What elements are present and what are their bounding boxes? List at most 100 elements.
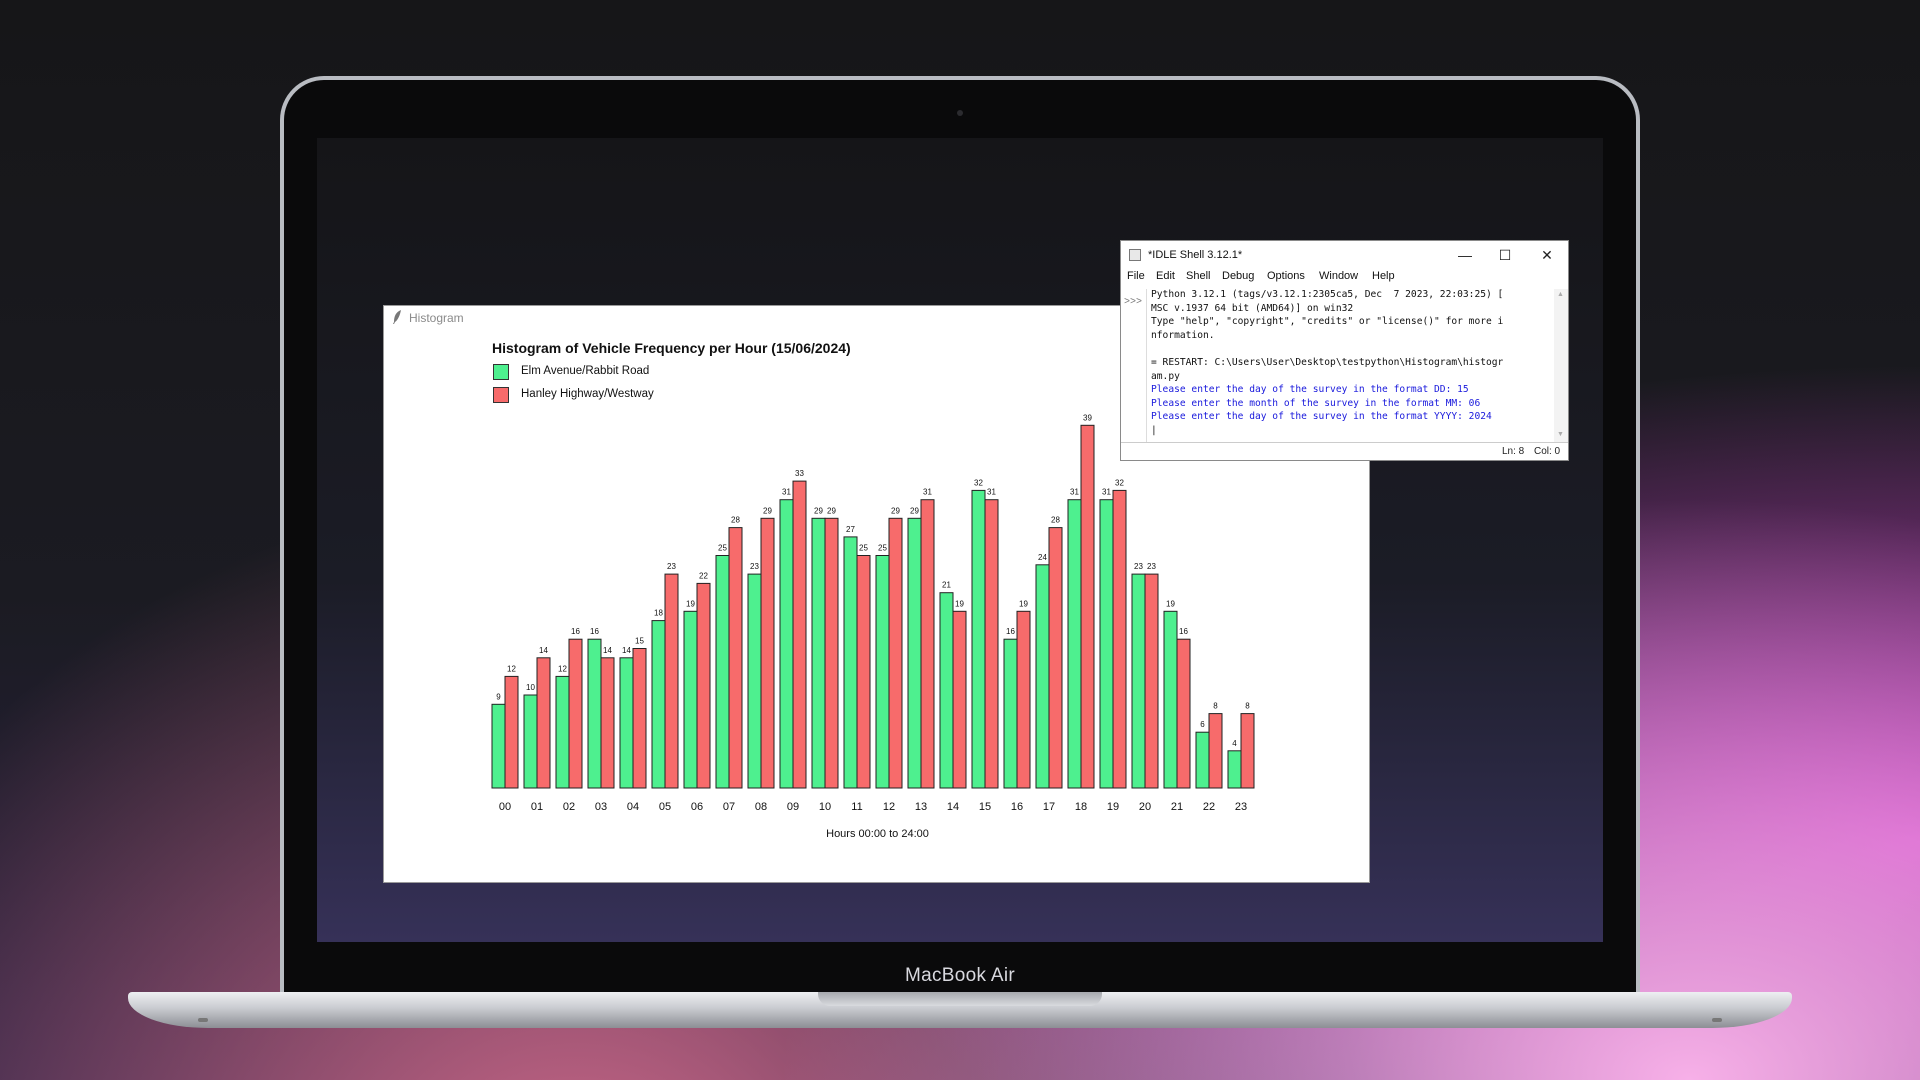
bar-elm: [747, 573, 762, 789]
bar-hanley: [1016, 610, 1031, 789]
bar-elm: [1067, 499, 1082, 789]
idle-app-icon: [1129, 249, 1141, 261]
bar-elm: [555, 675, 570, 789]
bar-value-label: 16: [1006, 627, 1015, 636]
x-tick-label: 18: [1075, 801, 1087, 813]
bar-value-label: 23: [1134, 562, 1143, 571]
idle-window-title: *IDLE Shell 3.12.1*: [1148, 249, 1243, 261]
laptop-notch: [818, 992, 1102, 1006]
bar-value-label: 12: [558, 664, 567, 673]
x-tick-label: 19: [1107, 801, 1119, 813]
bar-value-label: 28: [1051, 516, 1060, 525]
bar-value-label: 6: [1200, 720, 1205, 729]
bar-elm: [619, 657, 634, 789]
bar-value-label: 39: [1083, 413, 1092, 422]
menu-edit[interactable]: Edit: [1156, 270, 1175, 282]
bar-hanley: [536, 657, 551, 789]
scroll-up-icon[interactable]: ▲: [1557, 291, 1564, 298]
status-col: Col: 0: [1534, 446, 1561, 457]
x-tick-label: 20: [1139, 801, 1151, 813]
shell-line: = RESTART: C:\Users\User\Desktop\testpyt…: [1151, 356, 1504, 368]
shell-line: nformation.: [1151, 329, 1215, 341]
bar-value-label: 31: [1070, 488, 1079, 497]
bar-hanley: [856, 555, 871, 789]
bar-elm: [491, 703, 506, 789]
bar-elm: [1195, 731, 1210, 789]
bar-value-label: 18: [654, 609, 663, 618]
bar-value-label: 22: [699, 571, 708, 580]
minimize-icon[interactable]: —: [1445, 241, 1485, 269]
bar-hanley: [760, 517, 775, 789]
bar-hanley: [792, 480, 807, 789]
bar-value-label: 15: [635, 637, 644, 646]
shell-output[interactable]: Python 3.12.1 (tags/v3.12.1:2305ca5, Dec…: [1151, 288, 1555, 438]
bar-value-label: 31: [782, 488, 791, 497]
bar-value-label: 14: [622, 646, 631, 655]
bar-value-label: 16: [1179, 627, 1188, 636]
idle-titlebar[interactable]: *IDLE Shell 3.12.1* — ☐ ✕: [1121, 241, 1568, 269]
bar-value-label: 23: [667, 562, 676, 571]
bar-elm: [1227, 750, 1242, 789]
shell-line: Please enter the day of the survey in th…: [1151, 384, 1469, 396]
bar-value-label: 32: [1115, 478, 1124, 487]
bar-hanley: [984, 499, 999, 789]
bar-value-label: 25: [878, 544, 887, 553]
bar-value-label: 10: [526, 683, 535, 692]
bar-value-label: 24: [1038, 553, 1047, 562]
bar-hanley: [600, 657, 615, 789]
laptop-foot: [198, 1018, 208, 1022]
bar-value-label: 27: [846, 525, 855, 534]
bar-elm: [843, 536, 858, 789]
bar-hanley: [920, 499, 935, 789]
shell-line: |: [1151, 424, 1157, 436]
x-tick-label: 22: [1203, 801, 1215, 813]
x-tick-label: 11: [851, 801, 862, 813]
bar-elm: [875, 555, 890, 789]
bar-elm: [939, 592, 954, 789]
status-line: Ln: 8: [1502, 446, 1525, 457]
bar-elm: [523, 694, 538, 789]
menu-debug[interactable]: Debug: [1222, 270, 1254, 282]
x-tick-label: 08: [755, 801, 767, 813]
maximize-icon[interactable]: ☐: [1485, 241, 1525, 269]
bar-hanley: [664, 573, 679, 789]
bar-hanley: [888, 517, 903, 789]
bar-value-label: 19: [955, 599, 964, 608]
bar-value-label: 29: [910, 506, 919, 515]
idle-scrollbar[interactable]: ▲ ▼: [1554, 289, 1568, 442]
bar-value-label: 19: [1019, 599, 1028, 608]
idle-shell-window[interactable]: *IDLE Shell 3.12.1* — ☐ ✕ File Edit Shel…: [1120, 240, 1569, 461]
x-tick-label: 03: [595, 801, 607, 813]
x-tick-label: 23: [1235, 801, 1247, 813]
bar-value-label: 31: [1102, 488, 1111, 497]
x-tick-label: 06: [691, 801, 703, 813]
shell-prompt: >>>: [1124, 297, 1143, 308]
menu-options[interactable]: Options: [1267, 270, 1305, 282]
menu-shell[interactable]: Shell: [1186, 270, 1210, 282]
bar-elm: [779, 499, 794, 789]
bar-value-label: 8: [1213, 702, 1218, 711]
bar-hanley: [952, 610, 967, 789]
menu-window[interactable]: Window: [1319, 270, 1358, 282]
device-label: MacBook Air: [905, 965, 1015, 986]
camera-icon: [957, 110, 963, 116]
x-tick-label: 10: [819, 801, 831, 813]
x-tick-label: 16: [1011, 801, 1023, 813]
bar-value-label: 31: [987, 488, 996, 497]
bar-value-label: 4: [1232, 739, 1237, 748]
idle-statusbar: Ln: 8 Col: 0: [1121, 442, 1568, 461]
bar-value-label: 16: [590, 627, 599, 636]
scroll-down-icon[interactable]: ▼: [1557, 431, 1564, 438]
bar-hanley: [1048, 527, 1063, 789]
x-tick-label: 05: [659, 801, 671, 813]
bar-value-label: 8: [1245, 702, 1250, 711]
bar-value-label: 23: [1147, 562, 1156, 571]
bar-hanley: [1208, 713, 1223, 789]
bar-value-label: 23: [750, 562, 759, 571]
bar-elm: [651, 620, 666, 789]
menu-file[interactable]: File: [1127, 270, 1145, 282]
menu-help[interactable]: Help: [1372, 270, 1395, 282]
close-icon[interactable]: ✕: [1527, 241, 1567, 269]
bar-value-label: 12: [507, 664, 516, 673]
x-tick-label: 12: [883, 801, 895, 813]
